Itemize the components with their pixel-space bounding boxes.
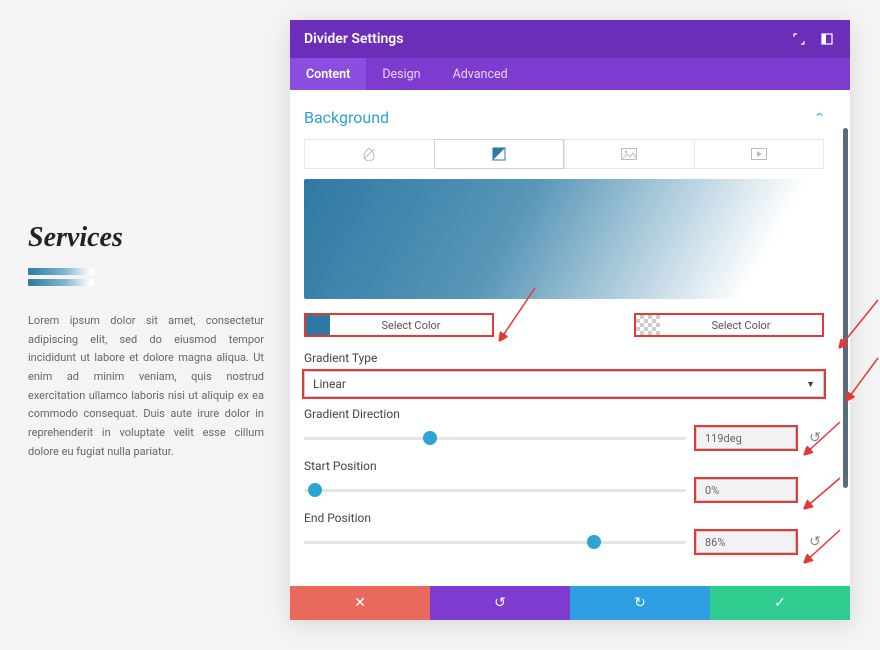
- redo-icon: ↻: [634, 595, 646, 611]
- gradient-preview: [304, 179, 824, 299]
- collapse-icon: ⌃: [813, 111, 826, 124]
- snap-icon[interactable]: [818, 30, 836, 48]
- cancel-button[interactable]: ✕: [290, 586, 430, 620]
- tab-content[interactable]: Content: [290, 58, 366, 90]
- start-position-input[interactable]: 0%: [696, 479, 796, 501]
- app-stage: Services Lorem ipsum dolor sit amet, con…: [0, 0, 880, 650]
- end-position-label: End Position: [304, 511, 824, 525]
- close-icon: ✕: [354, 595, 366, 611]
- start-position-slider[interactable]: [304, 481, 686, 499]
- scrollbar-thumb[interactable]: [843, 128, 848, 488]
- start-position-label: Start Position: [304, 459, 824, 473]
- color-swatch-2: [636, 315, 660, 335]
- undo-icon: ↺: [494, 595, 506, 611]
- divider-settings-modal: Divider Settings Content Design Advanced…: [290, 20, 850, 620]
- bg-tab-video[interactable]: [694, 139, 825, 169]
- gradient-direction-label: Gradient Direction: [304, 407, 824, 421]
- gradient-type-value: Linear: [313, 377, 346, 391]
- gradient-direction-input[interactable]: 119deg: [696, 427, 796, 449]
- scroll-content: Background ⌃: [290, 90, 850, 586]
- color-pickers-row: Select Color Select Color: [304, 313, 824, 337]
- dropdown-caret-icon: ▼: [806, 379, 815, 390]
- slider-thumb[interactable]: [308, 483, 322, 497]
- slider-thumb[interactable]: [587, 535, 601, 549]
- divider-bar: [28, 268, 94, 275]
- divider-preview: [28, 268, 264, 286]
- bg-type-tabs: [304, 139, 824, 179]
- tab-design[interactable]: Design: [366, 58, 436, 90]
- gradient-type-label: Gradient Type: [304, 351, 824, 365]
- redo-button[interactable]: ↻: [570, 586, 710, 620]
- select-color-label: Select Color: [330, 315, 492, 335]
- slider-track: [304, 541, 686, 544]
- gradient-type-select[interactable]: Linear ▼: [304, 371, 824, 397]
- page-title: Services: [28, 222, 264, 254]
- gradient-direction-row: 119deg ↺: [304, 427, 824, 449]
- reset-direction-button[interactable]: ↺: [806, 429, 824, 447]
- modal-title: Divider Settings: [304, 31, 780, 47]
- end-position-slider[interactable]: [304, 533, 686, 551]
- color-picker-2[interactable]: Select Color: [634, 313, 824, 337]
- modal-footer: ✕ ↺ ↻ ✓: [290, 586, 850, 620]
- end-position-row: 86% ↺: [304, 531, 824, 553]
- gradient-direction-slider[interactable]: [304, 429, 686, 447]
- reset-end-button[interactable]: ↺: [806, 533, 824, 551]
- bg-tab-image[interactable]: [564, 139, 694, 169]
- modal-header: Divider Settings: [290, 20, 850, 58]
- check-icon: ✓: [774, 595, 786, 611]
- page-preview: Services Lorem ipsum dolor sit amet, con…: [0, 0, 290, 650]
- section-title: Background: [304, 108, 389, 127]
- bg-tab-gradient[interactable]: [434, 139, 565, 169]
- section-header[interactable]: Background ⌃: [304, 104, 824, 139]
- bg-tab-color[interactable]: [304, 139, 434, 169]
- slider-track: [304, 437, 686, 440]
- undo-button[interactable]: ↺: [430, 586, 570, 620]
- save-button[interactable]: ✓: [710, 586, 850, 620]
- color-picker-1[interactable]: Select Color: [304, 313, 494, 337]
- tab-advanced[interactable]: Advanced: [437, 58, 524, 90]
- slider-thumb[interactable]: [423, 431, 437, 445]
- divider-bar: [28, 279, 94, 286]
- body-text: Lorem ipsum dolor sit amet, consectetur …: [28, 312, 264, 462]
- color-swatch-1: [306, 315, 330, 335]
- settings-tabs: Content Design Advanced: [290, 58, 850, 90]
- expand-icon[interactable]: [790, 30, 808, 48]
- select-color-label: Select Color: [660, 315, 822, 335]
- slider-track: [304, 489, 686, 492]
- end-position-input[interactable]: 86%: [696, 531, 796, 553]
- modal-body: Background ⌃: [290, 90, 850, 586]
- start-position-row: 0% ↺: [304, 479, 824, 501]
